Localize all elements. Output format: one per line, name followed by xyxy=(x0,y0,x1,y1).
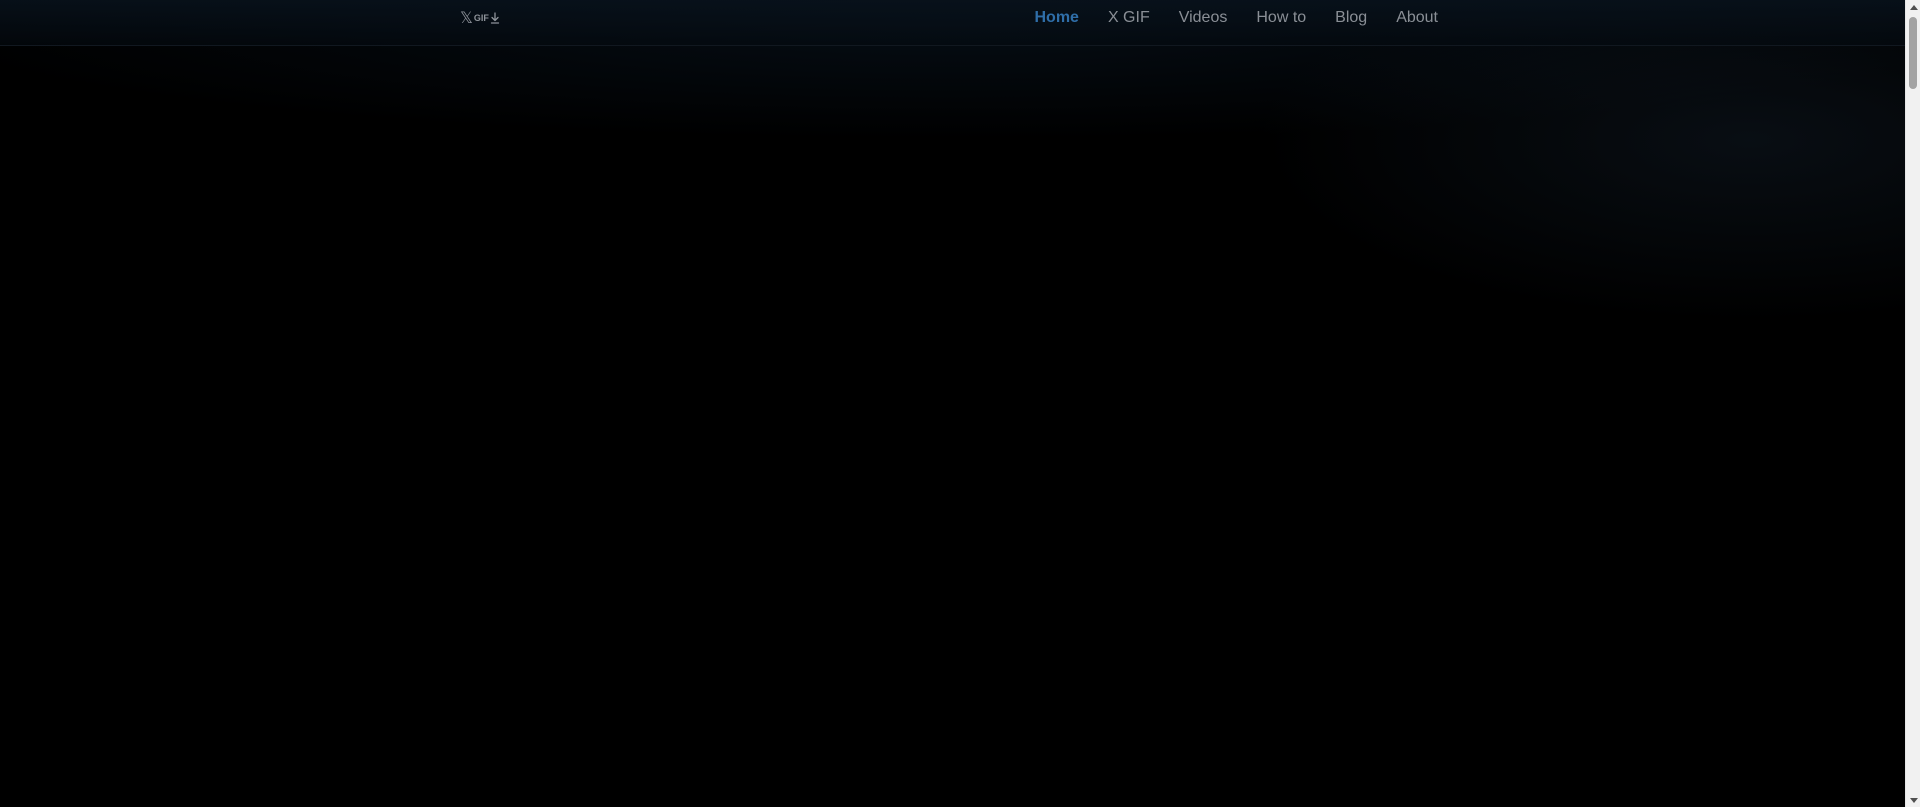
scrollbar-thumb[interactable] xyxy=(1909,17,1917,89)
x-brand-icon: 𝕏 xyxy=(460,8,473,27)
nav-blog[interactable]: Blog xyxy=(1335,9,1367,27)
page-viewport: 𝕏 GIF Home X GIF Videos How to Blog Abou… xyxy=(0,0,1905,807)
nav-how-to[interactable]: How to xyxy=(1256,9,1306,27)
top-navbar: 𝕏 GIF Home X GIF Videos How to Blog Abou… xyxy=(0,0,1905,46)
download-arrow-icon xyxy=(490,12,500,24)
scroll-down-arrow-icon xyxy=(1909,797,1918,803)
main-nav: Home X GIF Videos How to Blog About xyxy=(1034,0,1438,36)
nav-x-gif[interactable]: X GIF xyxy=(1108,9,1150,27)
scroll-down-button[interactable] xyxy=(1906,793,1920,807)
scroll-up-arrow-icon xyxy=(1909,4,1918,10)
site-logo-link[interactable]: 𝕏 GIF xyxy=(460,10,500,26)
logo-text: GIF xyxy=(473,13,489,23)
scroll-up-button[interactable] xyxy=(1906,0,1920,14)
nav-home[interactable]: Home xyxy=(1034,9,1078,27)
vertical-scrollbar[interactable] xyxy=(1905,0,1920,807)
nav-videos[interactable]: Videos xyxy=(1179,9,1228,27)
nav-about[interactable]: About xyxy=(1396,9,1438,27)
